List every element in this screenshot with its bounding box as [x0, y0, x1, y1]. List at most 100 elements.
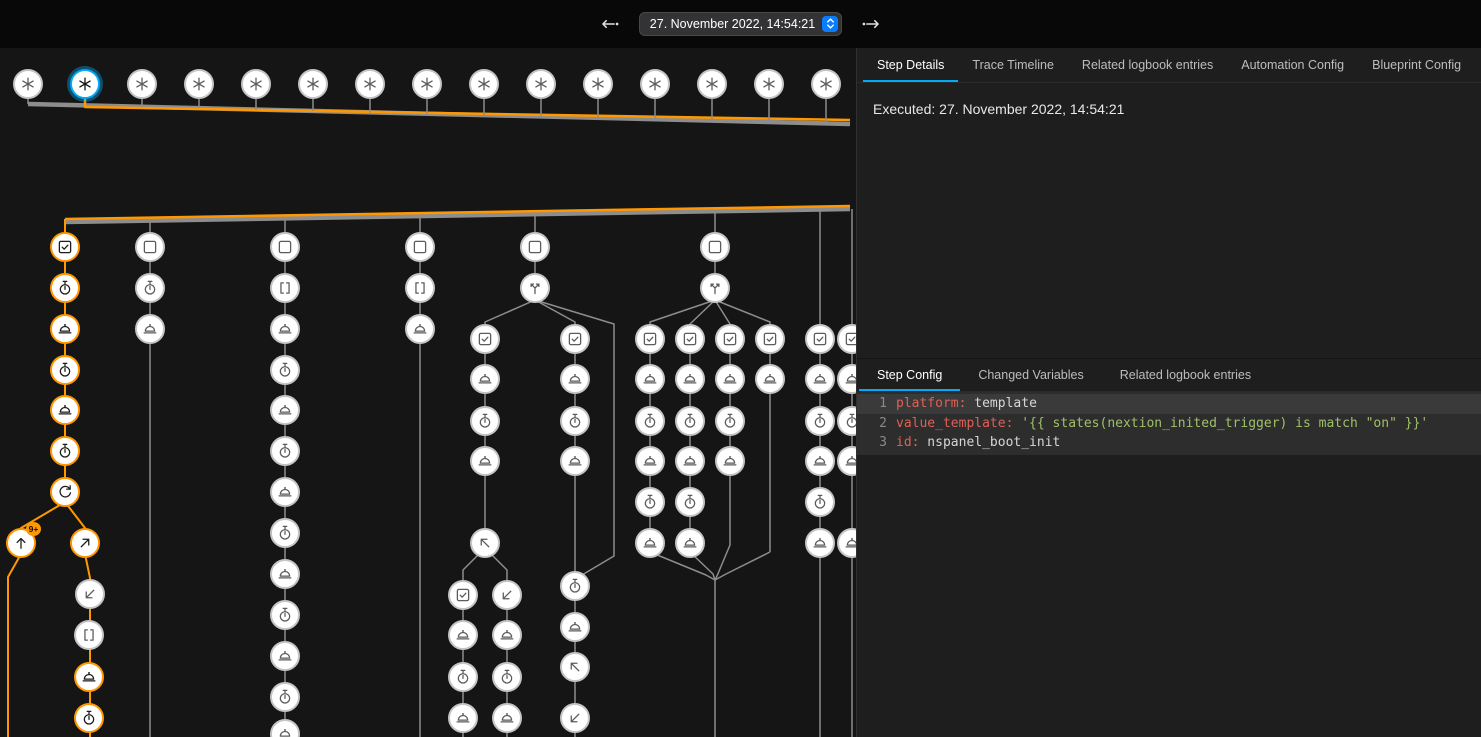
graph-node-bell[interactable] — [470, 446, 500, 476]
graph-node-checkbox[interactable] — [470, 324, 500, 354]
graph-node-asterisk[interactable] — [526, 69, 556, 99]
graph-node-arrow-up[interactable]: 9+ — [6, 528, 36, 558]
tab-trace-timeline[interactable]: Trace Timeline — [958, 48, 1068, 82]
graph-node-arrow-top-left[interactable] — [470, 528, 500, 558]
graph-node-timer[interactable] — [270, 600, 300, 630]
graph-node-bell[interactable] — [135, 314, 165, 344]
graph-node-arrow-bottom-left[interactable] — [75, 579, 105, 609]
graph-node-asterisk[interactable] — [70, 69, 100, 99]
graph-node-arrow-bottom-left[interactable] — [560, 703, 590, 733]
graph-node-bell[interactable] — [270, 395, 300, 425]
graph-node-bell[interactable] — [470, 364, 500, 394]
graph-node-asterisk[interactable] — [469, 69, 499, 99]
graph-node-bell[interactable] — [50, 314, 80, 344]
graph-node-checkbox[interactable] — [635, 324, 665, 354]
tab-automation-config[interactable]: Automation Config — [1227, 48, 1358, 82]
graph-node-timer[interactable] — [270, 518, 300, 548]
graph-node-timer[interactable] — [675, 406, 705, 436]
graph-node-asterisk[interactable] — [355, 69, 385, 99]
next-trace-icon[interactable] — [860, 13, 882, 35]
graph-node-timer[interactable] — [50, 436, 80, 466]
graph-node-bell[interactable] — [635, 528, 665, 558]
graph-node-bell[interactable] — [675, 528, 705, 558]
graph-node-timer[interactable] — [50, 355, 80, 385]
graph-node-checkbox-blank[interactable] — [270, 232, 300, 262]
graph-node-checkbox[interactable] — [448, 580, 478, 610]
graph-node-checkbox[interactable] — [805, 324, 835, 354]
graph-node-asterisk[interactable] — [13, 69, 43, 99]
graph-node-asterisk[interactable] — [241, 69, 271, 99]
graph-node-checkbox-blank[interactable] — [700, 232, 730, 262]
graph-node-bell[interactable] — [635, 364, 665, 394]
graph-node-timer[interactable] — [448, 662, 478, 692]
graph-node-bell[interactable] — [270, 314, 300, 344]
graph-node-bell[interactable] — [492, 620, 522, 650]
graph-node-timer[interactable] — [470, 406, 500, 436]
graph-node-asterisk[interactable] — [583, 69, 613, 99]
graph-node-timer[interactable] — [805, 487, 835, 517]
graph-node-checkbox[interactable] — [755, 324, 785, 354]
graph-node-checkbox[interactable] — [50, 232, 80, 262]
graph-node-asterisk[interactable] — [184, 69, 214, 99]
graph-node-bell[interactable] — [675, 446, 705, 476]
graph-node-timer[interactable] — [135, 273, 165, 303]
graph-node-bell[interactable] — [270, 559, 300, 589]
tab-changed-variables[interactable]: Changed Variables — [960, 359, 1101, 391]
graph-node-bell[interactable] — [715, 364, 745, 394]
graph-node-asterisk[interactable] — [754, 69, 784, 99]
graph-node-bell[interactable] — [448, 703, 478, 733]
graph-node-timer[interactable] — [492, 662, 522, 692]
graph-node-timer[interactable] — [560, 571, 590, 601]
graph-node-timer[interactable] — [675, 487, 705, 517]
graph-node-timer[interactable] — [270, 682, 300, 712]
graph-node-bell[interactable] — [805, 364, 835, 394]
graph-node-bell[interactable] — [50, 395, 80, 425]
graph-node-refresh[interactable] — [50, 477, 80, 507]
graph-node-checkbox[interactable] — [715, 324, 745, 354]
graph-node-asterisk[interactable] — [697, 69, 727, 99]
graph-node-bell[interactable] — [560, 446, 590, 476]
graph-node-timer[interactable] — [635, 406, 665, 436]
graph-node-timer[interactable] — [560, 406, 590, 436]
graph-node-bell[interactable] — [675, 364, 705, 394]
graph-node-checkbox[interactable] — [675, 324, 705, 354]
graph-node-checkbox-blank[interactable] — [405, 232, 435, 262]
graph-node-timer[interactable] — [74, 703, 104, 733]
graph-node-bell[interactable] — [74, 662, 104, 692]
graph-node-arrow-top-left[interactable] — [560, 652, 590, 682]
graph-node-bell[interactable] — [405, 314, 435, 344]
tab-related-logbook-entries[interactable]: Related logbook entries — [1068, 48, 1227, 82]
graph-node-bell[interactable] — [805, 528, 835, 558]
graph-node-checkbox-blank[interactable] — [520, 232, 550, 262]
graph-node-choose[interactable] — [700, 273, 730, 303]
graph-node-bell[interactable] — [270, 641, 300, 671]
graph-node-timer[interactable] — [715, 406, 745, 436]
graph-node-bell[interactable] — [805, 446, 835, 476]
graph-node-checkbox[interactable] — [560, 324, 590, 354]
tab-related-logbook-entries[interactable]: Related logbook entries — [1102, 359, 1269, 391]
graph-node-brackets[interactable] — [74, 620, 104, 650]
graph-node-brackets[interactable] — [270, 273, 300, 303]
graph-node-bell[interactable] — [448, 620, 478, 650]
graph-node-checkbox-blank[interactable] — [135, 232, 165, 262]
trace-selector[interactable]: 27. November 2022, 14:54:21 — [639, 12, 842, 36]
graph-node-arrow-bottom-left[interactable] — [492, 580, 522, 610]
graph-node-bell[interactable] — [560, 612, 590, 642]
graph-node-bell[interactable] — [635, 446, 665, 476]
graph-node-timer[interactable] — [805, 406, 835, 436]
tab-step-config[interactable]: Step Config — [859, 359, 960, 391]
graph-node-timer[interactable] — [50, 273, 80, 303]
previous-trace-icon[interactable] — [599, 13, 621, 35]
graph-node-asterisk[interactable] — [298, 69, 328, 99]
graph-node-asterisk[interactable] — [412, 69, 442, 99]
graph-node-asterisk[interactable] — [127, 69, 157, 99]
graph-node-timer[interactable] — [270, 355, 300, 385]
graph-node-timer[interactable] — [635, 487, 665, 517]
graph-node-bell[interactable] — [715, 446, 745, 476]
graph-node-choose[interactable] — [520, 273, 550, 303]
graph-node-bell[interactable] — [492, 703, 522, 733]
graph-node-asterisk[interactable] — [640, 69, 670, 99]
graph-node-bell[interactable] — [755, 364, 785, 394]
graph-node-asterisk[interactable] — [811, 69, 841, 99]
tab-blueprint-config[interactable]: Blueprint Config — [1358, 48, 1475, 82]
